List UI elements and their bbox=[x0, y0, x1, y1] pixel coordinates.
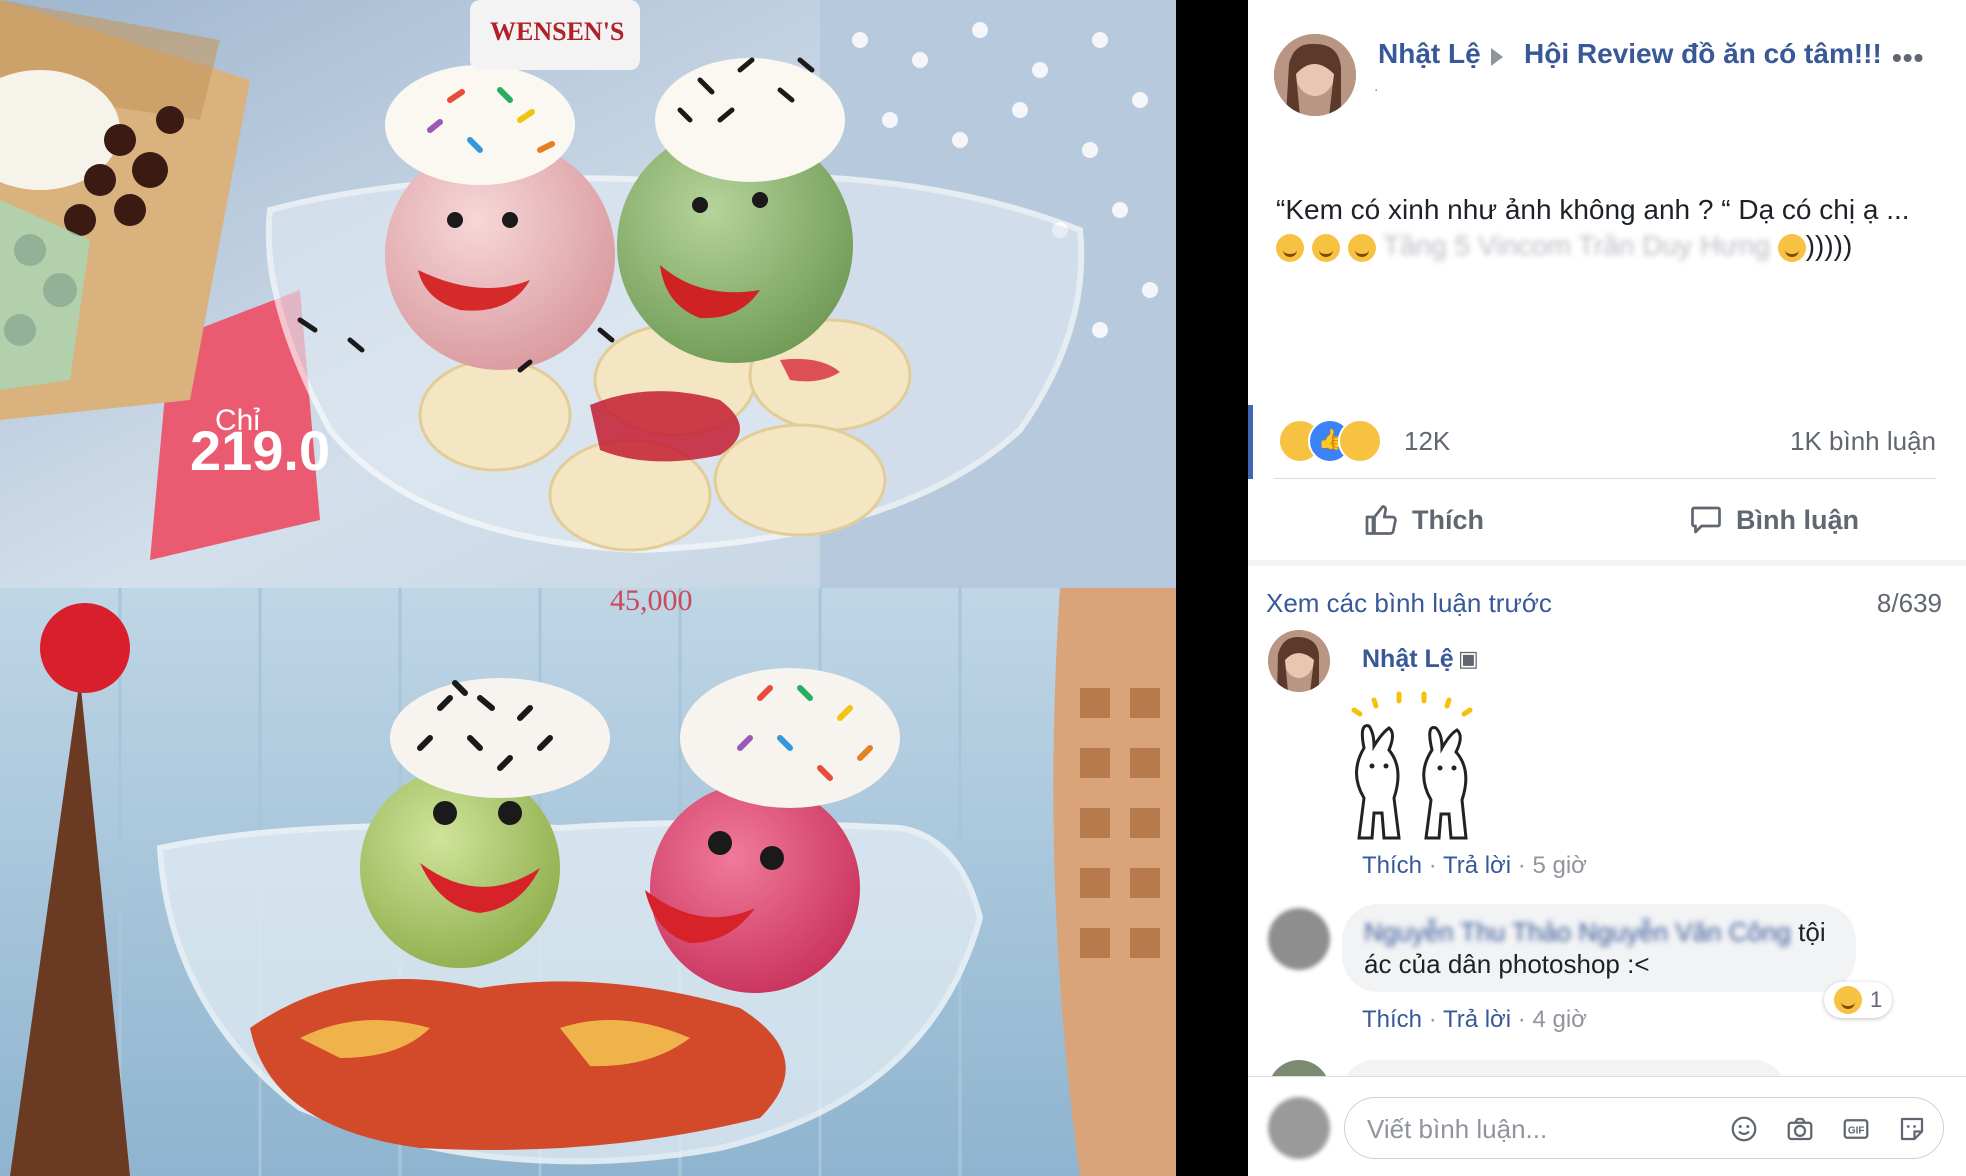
comment-reaction-count: 1 bbox=[1870, 987, 1883, 1012]
comment-avatar[interactable] bbox=[1268, 630, 1330, 692]
comment-count-link[interactable]: 1K bình luận bbox=[1790, 426, 1936, 457]
comment-time: 5 giờ bbox=[1532, 852, 1587, 879]
post-side-panel: Nhật Lệ Hội Review đồ ăn có tâm!!! ••• .… bbox=[1248, 0, 1966, 1176]
photo-menu-icecream[interactable]: 45,000 bbox=[0, 588, 1176, 1176]
thumbs-up-icon bbox=[1365, 505, 1397, 535]
comment-reply-link[interactable]: Trả lời bbox=[1443, 1006, 1511, 1033]
svg-text:GIF: GIF bbox=[1848, 1125, 1865, 1136]
comment-like-link[interactable]: Thích bbox=[1362, 1006, 1422, 1033]
post-meta: . bbox=[1374, 78, 1379, 95]
comment-time: 4 giờ bbox=[1532, 1006, 1587, 1033]
comment-bubble-icon bbox=[1691, 506, 1721, 534]
rofl-emoji-icon bbox=[1347, 233, 1376, 262]
sticker-icon[interactable] bbox=[1897, 1114, 1927, 1144]
sticker-badge-icon: ▣ bbox=[1458, 646, 1479, 671]
photo-real-icecream[interactable]: 219.0 Chỉ WENSEN'S bbox=[0, 0, 1176, 588]
comments-pager: 8/639 bbox=[1876, 588, 1942, 618]
post-text: “Kem có xinh như ảnh không anh ? “ Dạ có… bbox=[1276, 192, 1956, 264]
comment-button[interactable]: Bình luận bbox=[1688, 502, 1859, 538]
comment-avatar-image bbox=[1268, 630, 1330, 692]
comment-sticker bbox=[1344, 688, 1484, 848]
smile-emoji-icon bbox=[1777, 233, 1806, 262]
svg-text:WENSEN'S: WENSEN'S bbox=[490, 17, 624, 46]
post-text-line1: “Kem có xinh như ảnh không anh ? “ Dạ có… bbox=[1276, 194, 1910, 225]
comment-meta: Thích · Trả lời · 4 giờ bbox=[1362, 1006, 1587, 1033]
location-text-blurred: Tầng 5 Vincom Trần Duy Hưng bbox=[1382, 230, 1770, 261]
like-button[interactable]: Thích bbox=[1364, 502, 1484, 538]
svg-text:219.0: 219.0 bbox=[190, 419, 330, 482]
photo-gutter bbox=[1176, 0, 1248, 1176]
like-button-label: Thích bbox=[1412, 504, 1484, 535]
caret-right-icon bbox=[1491, 48, 1503, 66]
sad-reaction-icon bbox=[1338, 419, 1382, 463]
post-photos[interactable]: 219.0 Chỉ WENSEN'S 45,000 bbox=[0, 0, 1176, 1176]
gif-icon[interactable]: GIF bbox=[1841, 1114, 1871, 1144]
rofl-emoji-icon bbox=[1276, 233, 1304, 262]
svg-text:45,000: 45,000 bbox=[610, 588, 693, 617]
comment-input[interactable]: Viết bình luận... GIF bbox=[1344, 1097, 1944, 1159]
comment-like-link[interactable]: Thích bbox=[1362, 852, 1422, 879]
more-options-icon[interactable]: ••• bbox=[1892, 42, 1924, 74]
post-text-tail: ))))) bbox=[1805, 230, 1853, 261]
comment-reaction-pill[interactable]: 1 bbox=[1824, 982, 1893, 1018]
photo-menu-icecream-image: 45,000 bbox=[0, 588, 1176, 1176]
rabbit-sticker-image bbox=[1351, 691, 1473, 840]
author-avatar-image bbox=[1274, 34, 1356, 116]
post-author-link[interactable]: Nhật Lệ bbox=[1378, 38, 1481, 70]
photo-real-icecream-image: 219.0 Chỉ WENSEN'S bbox=[0, 0, 1176, 588]
divider bbox=[1274, 478, 1936, 479]
comment-avatar-blurred[interactable] bbox=[1268, 908, 1330, 970]
emoji-icon[interactable] bbox=[1729, 1114, 1759, 1144]
view-previous-comments-link[interactable]: Xem các bình luận trước bbox=[1266, 588, 1552, 619]
reaction-count[interactable]: 12K bbox=[1404, 426, 1450, 457]
comment-input-placeholder: Viết bình luận... bbox=[1367, 1114, 1548, 1144]
group-name-link[interactable]: Hội Review đồ ăn có tâm!!! bbox=[1524, 38, 1882, 70]
comment-text-line2: ác của dân photoshop :< bbox=[1364, 949, 1650, 979]
rofl-emoji-icon bbox=[1311, 233, 1340, 262]
camera-icon[interactable] bbox=[1785, 1114, 1815, 1144]
post-text-line2: Tầng 5 Vincom Trần Duy Hưng ))))) bbox=[1276, 228, 1956, 264]
comment-author-blurred[interactable]: Nguyễn Thu Thảo Nguyễn Văn Công bbox=[1364, 917, 1791, 947]
comment-composer: Viết bình luận... GIF bbox=[1248, 1076, 1966, 1176]
comment-reply-link[interactable]: Trả lời bbox=[1443, 852, 1511, 879]
svg-text:Chỉ: Chỉ bbox=[215, 404, 260, 437]
comment-text-tail: tội bbox=[1798, 917, 1826, 947]
comment-meta: Thích · Trả lời · 5 giờ bbox=[1362, 852, 1587, 879]
author-avatar[interactable] bbox=[1274, 34, 1356, 116]
comment-button-label: Bình luận bbox=[1736, 504, 1859, 535]
haha-reaction-icon bbox=[1834, 986, 1862, 1014]
active-indicator bbox=[1248, 405, 1253, 479]
comment-author-link[interactable]: Nhật Lệ bbox=[1362, 645, 1454, 674]
current-user-avatar[interactable] bbox=[1268, 1097, 1330, 1159]
comment-bubble: Nguyễn Thu Thảo Nguyễn Văn Công tội ác c… bbox=[1342, 904, 1856, 992]
